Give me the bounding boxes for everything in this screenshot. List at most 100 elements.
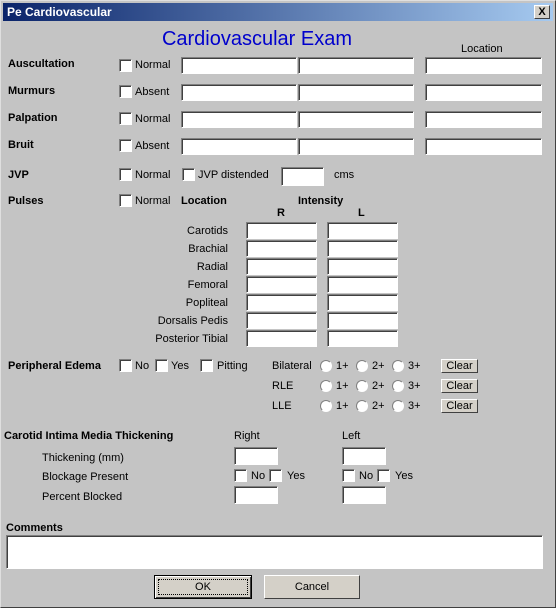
pulse-left-input[interactable] <box>327 276 398 293</box>
blockage-right-yes-label: Yes <box>287 470 305 482</box>
finding-input-1[interactable] <box>181 84 297 101</box>
grade-radio[interactable] <box>356 360 368 372</box>
right-header: R <box>277 207 285 219</box>
edema-site-label: LLE <box>272 400 292 412</box>
row-label: Murmurs <box>8 85 56 97</box>
ok-label: OK <box>158 579 248 595</box>
grade-radio[interactable] <box>320 400 332 412</box>
grade-radio-label: 1+ <box>336 360 349 372</box>
finding-input-2[interactable] <box>298 84 414 101</box>
ok-button[interactable]: OK <box>154 575 252 599</box>
jvp-normal-checkbox[interactable] <box>119 168 132 181</box>
pulses-normal-checkbox[interactable] <box>119 194 132 207</box>
grade-radio[interactable] <box>392 380 404 392</box>
jvp-unit-label: cms <box>334 169 355 181</box>
pulse-left-input[interactable] <box>327 294 398 311</box>
grade-radio[interactable] <box>320 380 332 392</box>
normal-checkbox[interactable] <box>119 112 132 125</box>
pulses-label: Pulses <box>8 195 44 207</box>
percent-left-input[interactable] <box>342 486 386 504</box>
finding-input-2[interactable] <box>298 57 414 74</box>
pulses-normal-label: Normal <box>135 195 171 207</box>
pulse-left-input[interactable] <box>327 258 398 275</box>
clear-button[interactable]: Clear <box>441 359 478 373</box>
close-icon: X <box>538 6 546 18</box>
percent-right-input[interactable] <box>234 486 278 504</box>
blockage-left-no-checkbox[interactable] <box>342 469 355 482</box>
percent-blocked-label: Percent Blocked <box>42 491 123 503</box>
comments-textarea[interactable] <box>6 535 543 569</box>
clear-button[interactable]: Clear <box>441 399 478 413</box>
grade-radio-label: 1+ <box>336 400 349 412</box>
grade-radio[interactable] <box>392 360 404 372</box>
edema-yes-checkbox[interactable] <box>155 359 168 372</box>
jvp-cms-input[interactable] <box>281 167 324 186</box>
absent-checkbox[interactable] <box>119 85 132 98</box>
blockage-right-no-checkbox[interactable] <box>234 469 247 482</box>
pulse-left-input[interactable] <box>327 240 398 257</box>
location-input[interactable] <box>425 84 542 101</box>
grade-radio[interactable] <box>320 360 332 372</box>
pulse-left-input[interactable] <box>327 312 398 329</box>
blockage-right-yes-checkbox[interactable] <box>269 469 282 482</box>
finding-input-1[interactable] <box>181 57 297 74</box>
location-input[interactable] <box>425 138 542 155</box>
pulse-location-label: Carotids <box>187 225 228 237</box>
row-label: Auscultation <box>8 58 75 70</box>
blockage-left-no-label: No <box>359 470 374 482</box>
title-bar[interactable]: Pe Cardiovascular X <box>3 3 553 21</box>
finding-input-2[interactable] <box>298 138 414 155</box>
jvp-label: JVP <box>8 169 29 181</box>
pulse-right-input[interactable] <box>246 258 317 275</box>
jvp-distended-checkbox[interactable] <box>182 168 195 181</box>
intensity-header: Intensity <box>298 195 344 207</box>
blockage-left-yes-label: Yes <box>395 470 413 482</box>
pulse-right-input[interactable] <box>246 312 317 329</box>
location-input[interactable] <box>425 111 542 128</box>
cimt-label: Carotid Intima Media Thickening <box>4 430 174 442</box>
cimt-left-header: Left <box>342 430 361 442</box>
checkbox-label: Normal <box>135 113 171 125</box>
grade-radio[interactable] <box>356 380 368 392</box>
checkbox-label: Normal <box>135 59 171 71</box>
pulses-location-header: Location <box>181 195 227 207</box>
edema-no-checkbox[interactable] <box>119 359 132 372</box>
pulse-right-input[interactable] <box>246 240 317 257</box>
cancel-button[interactable]: Cancel <box>264 575 360 599</box>
pulse-right-input[interactable] <box>246 222 317 239</box>
pulse-left-input[interactable] <box>327 330 398 347</box>
location-input[interactable] <box>425 57 542 74</box>
pulse-right-input[interactable] <box>246 294 317 311</box>
finding-input-1[interactable] <box>181 111 297 128</box>
row-label: Bruit <box>8 139 34 151</box>
grade-radio-label: 2+ <box>372 380 385 392</box>
edema-pitting-label: Pitting <box>217 360 248 372</box>
page-title: Cardiovascular Exam <box>161 28 353 50</box>
checkbox-label: Absent <box>135 140 170 152</box>
pulse-right-input[interactable] <box>246 330 317 347</box>
edema-pitting-checkbox[interactable] <box>200 359 213 372</box>
cimt-right-header: Right <box>234 430 260 442</box>
finding-input-2[interactable] <box>298 111 414 128</box>
edema-label: Peripheral Edema <box>8 360 101 372</box>
left-header: L <box>358 207 365 219</box>
finding-input-1[interactable] <box>181 138 297 155</box>
clear-button[interactable]: Clear <box>441 379 478 393</box>
window-title: Pe Cardiovascular <box>7 5 112 19</box>
edema-site-label: Bilateral <box>272 360 312 372</box>
pulse-location-label: Popliteal <box>185 297 228 309</box>
close-button[interactable]: X <box>534 5 550 19</box>
grade-radio-label: 3+ <box>408 360 421 372</box>
thickening-left-input[interactable] <box>342 447 386 465</box>
blockage-left-yes-checkbox[interactable] <box>377 469 390 482</box>
pulse-left-input[interactable] <box>327 222 398 239</box>
absent-checkbox[interactable] <box>119 139 132 152</box>
pulse-right-input[interactable] <box>246 276 317 293</box>
normal-checkbox[interactable] <box>119 59 132 72</box>
grade-radio[interactable] <box>356 400 368 412</box>
grade-radio-label: 2+ <box>372 360 385 372</box>
thickening-right-input[interactable] <box>234 447 278 465</box>
blockage-label: Blockage Present <box>42 471 129 483</box>
grade-radio[interactable] <box>392 400 404 412</box>
edema-site-label: RLE <box>272 380 294 392</box>
